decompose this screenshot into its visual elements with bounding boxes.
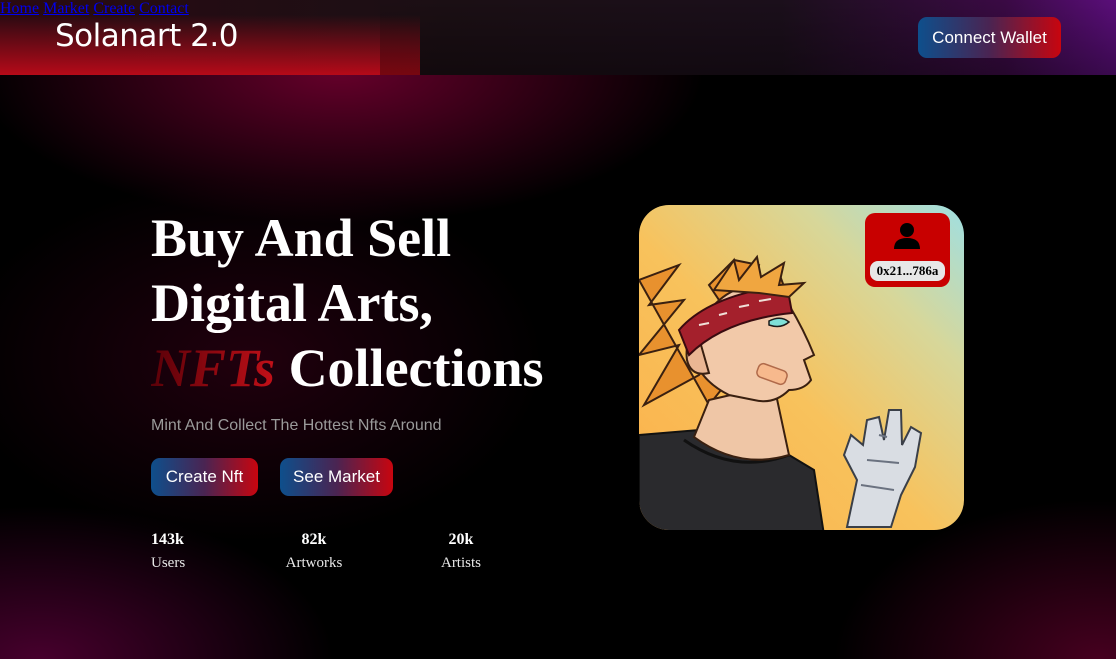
user-icon xyxy=(894,223,920,249)
site-logo[interactable]: Solanart 2.0 xyxy=(55,18,238,54)
hero-headline: Buy And Sell Digital Arts, NFTs Collecti… xyxy=(151,206,544,401)
hero-subtitle: Mint And Collect The Hottest Nfts Around xyxy=(151,417,442,434)
stat-value: 82k xyxy=(301,531,327,548)
headline-line-1: Buy And Sell xyxy=(151,208,452,268)
nav-create[interactable]: Create xyxy=(93,0,135,17)
main-nav: Home Market Create Contact xyxy=(0,0,1116,18)
top-navbar: Solanart 2.0 Home Market Create Contact … xyxy=(0,0,1116,75)
stat-label: Artworks xyxy=(285,555,343,571)
connect-wallet-button[interactable]: Connect Wallet xyxy=(918,17,1061,58)
see-market-button[interactable]: See Market xyxy=(280,458,393,496)
headline-line-2: Digital Arts, xyxy=(151,273,433,333)
owner-badge[interactable]: 0x21...786a xyxy=(865,213,950,287)
stat-label: Artists xyxy=(440,555,481,571)
headline-line-3: Collections xyxy=(275,338,544,398)
nav-contact[interactable]: Contact xyxy=(139,0,189,17)
nav-market[interactable]: Market xyxy=(43,0,89,17)
stat-value: 20k xyxy=(448,531,474,548)
stat-value: 143k xyxy=(151,531,184,548)
nav-home[interactable]: Home xyxy=(0,0,39,17)
stat-label: Users xyxy=(151,555,186,571)
owner-address: 0x21...786a xyxy=(870,261,945,281)
stat-artists: 20k Artists xyxy=(438,531,484,577)
create-nft-button[interactable]: Create Nft xyxy=(151,458,258,496)
stat-artworks: 82k Artworks xyxy=(284,531,344,577)
stat-users: 143k Users xyxy=(151,531,185,577)
headline-accent: NFTs xyxy=(151,338,276,398)
